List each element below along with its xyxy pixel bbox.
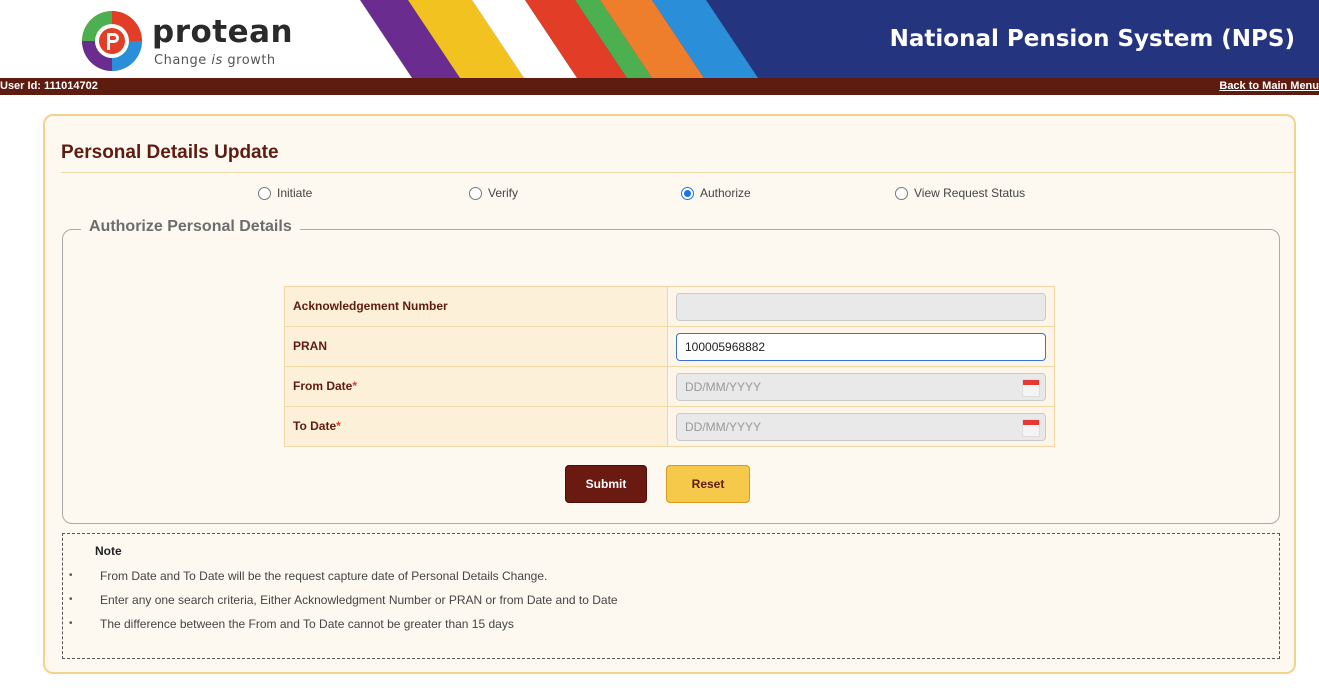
radio-authorize-label: Authorize <box>700 186 751 200</box>
pran-cell: 100005968882 <box>667 326 1055 367</box>
pran-label: PRAN <box>284 326 668 367</box>
to-date-input[interactable]: DD/MM/YYYY <box>676 412 1046 441</box>
page-title: Personal Details Update <box>61 142 279 163</box>
back-to-main-menu-link[interactable]: Back to Main Menu <box>1219 80 1319 92</box>
protean-logo-icon <box>82 11 142 71</box>
acknowledgement-number-cell <box>667 286 1055 327</box>
personal-details-card: Personal Details Update Initiate Verify … <box>43 114 1296 674</box>
from-date-input[interactable]: DD/MM/YYYY <box>676 372 1046 401</box>
app-title: National Pension System (NPS) <box>889 26 1295 52</box>
radio-view-request-status-circle[interactable] <box>895 186 908 200</box>
radio-initiate-circle[interactable] <box>258 186 271 200</box>
fieldset-legend: Authorize Personal Details <box>81 218 300 236</box>
acknowledgement-number-label: Acknowledgement Number <box>284 286 668 327</box>
radio-verify-circle[interactable] <box>469 186 482 200</box>
user-id: User Id: 111014702 <box>0 80 98 92</box>
radio-initiate-label: Initiate <box>277 186 313 200</box>
note-box: Note From Date and To Date will be the r… <box>62 533 1280 659</box>
user-bar: User Id: 111014702 Back to Main Menu <box>0 78 1319 95</box>
required-mark: * <box>352 379 358 393</box>
submit-button[interactable]: Submit <box>565 465 647 503</box>
required-mark: * <box>336 419 341 433</box>
radio-verify[interactable]: Verify <box>469 186 518 200</box>
note-item: Enter any one search criteria, Either Ac… <box>69 588 618 612</box>
radio-initiate[interactable]: Initiate <box>258 186 312 200</box>
pran-input[interactable]: 100005968882 <box>676 332 1046 361</box>
note-title: Note <box>95 544 122 558</box>
brand-tagline: Change is growth <box>154 53 276 68</box>
note-item: The difference between the From and To D… <box>69 612 618 636</box>
reset-button[interactable]: Reset <box>666 465 750 503</box>
search-form-table: Acknowledgement Number PRAN 100005968882… <box>284 286 1055 447</box>
acknowledgement-number-input[interactable] <box>676 292 1046 321</box>
radio-verify-label: Verify <box>488 186 519 200</box>
calendar-icon[interactable] <box>1022 418 1040 437</box>
to-date-cell: DD/MM/YYYY <box>667 406 1055 447</box>
note-item: From Date and To Date will be the reques… <box>69 564 618 588</box>
from-date-placeholder: DD/MM/YYYY <box>685 379 762 394</box>
action-radio-group: Initiate Verify Authorize View Request S… <box>45 186 1298 206</box>
to-date-placeholder: DD/MM/YYYY <box>685 419 762 434</box>
authorize-fieldset: Authorize Personal Details Acknowledgeme… <box>62 218 1280 524</box>
title-divider <box>61 172 1293 173</box>
calendar-icon[interactable] <box>1022 378 1040 397</box>
from-date-label: From Date* <box>284 366 668 407</box>
brand-name: protean <box>152 14 294 50</box>
from-date-cell: DD/MM/YYYY <box>667 366 1055 407</box>
radio-authorize-circle[interactable] <box>681 186 694 200</box>
row-pran: PRAN 100005968882 <box>284 326 1055 367</box>
radio-authorize[interactable]: Authorize <box>681 186 751 200</box>
row-to-date: To Date* DD/MM/YYYY <box>284 406 1055 447</box>
page: protean Change is growth National Pensio… <box>0 0 1319 699</box>
radio-view-request-status[interactable]: View Request Status <box>895 186 1025 200</box>
header: protean Change is growth National Pensio… <box>0 0 1319 78</box>
row-from-date: From Date* DD/MM/YYYY <box>284 366 1055 407</box>
row-acknowledgement-number: Acknowledgement Number <box>284 286 1055 327</box>
to-date-label: To Date* <box>284 406 668 447</box>
note-list: From Date and To Date will be the reques… <box>69 564 618 636</box>
radio-view-request-status-label: View Request Status <box>914 186 1026 200</box>
